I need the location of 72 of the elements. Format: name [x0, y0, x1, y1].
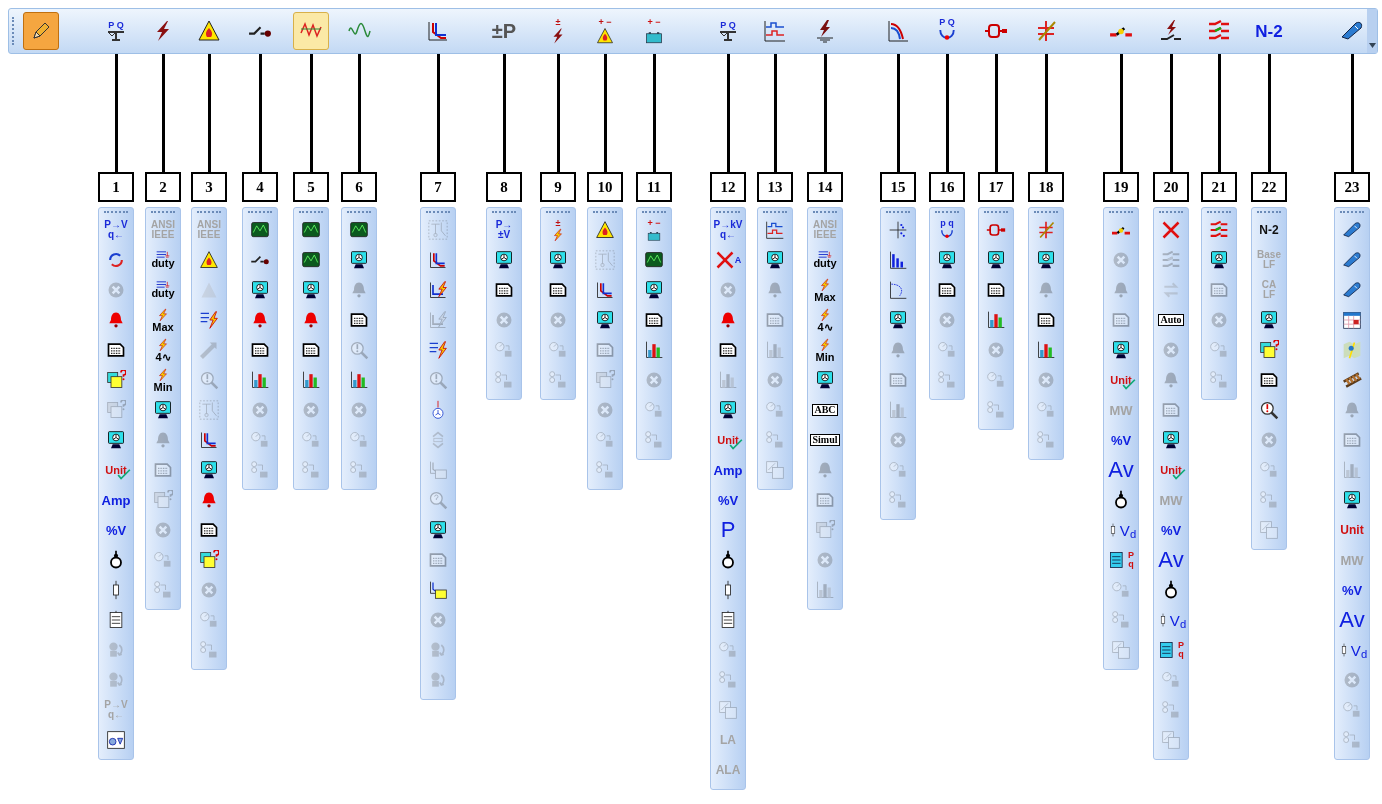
- tool-button[interactable]: Min: [809, 335, 841, 365]
- tool-button[interactable]: Amp: [712, 455, 744, 485]
- number-label: 21: [1201, 172, 1237, 202]
- tool-button[interactable]: ABC: [809, 395, 841, 425]
- number-label: 4: [242, 172, 278, 202]
- tool-button[interactable]: Max: [809, 275, 841, 305]
- tool-button[interactable]: Min: [147, 365, 179, 395]
- tool-button[interactable]: P→kV q←: [712, 215, 744, 245]
- number-label: 1: [98, 172, 134, 202]
- tool-button[interactable]: Unit: [712, 425, 744, 455]
- tool-button[interactable]: P→V q←: [100, 215, 132, 245]
- tool-button[interactable]: Amp: [100, 485, 132, 515]
- number-label: 8: [486, 172, 522, 202]
- tool-button[interactable]: Unit: [1155, 455, 1187, 485]
- number-label: 17: [978, 172, 1014, 202]
- tool-button[interactable]: P→ ±V: [488, 215, 520, 245]
- number-label: 23: [1334, 172, 1370, 202]
- tool-button[interactable]: V$_{d}$: [1155, 605, 1187, 635]
- tool-button[interactable]: P q: [1105, 545, 1137, 575]
- tool-button[interactable]: Unit: [100, 455, 132, 485]
- tool-button[interactable]: P Q: [929, 12, 965, 50]
- number-label: 15: [880, 172, 916, 202]
- tool-button[interactable]: Av: [1105, 455, 1137, 485]
- tool-button[interactable]: %V: [100, 515, 132, 545]
- tool-button[interactable]: + −: [638, 215, 670, 245]
- tool-button[interactable]: V$_{d}$: [1336, 635, 1368, 665]
- number-label: 13: [757, 172, 793, 202]
- number-label: 5: [293, 172, 329, 202]
- number-label: 18: [1028, 172, 1064, 202]
- tool-button[interactable]: P: [712, 515, 744, 545]
- number-label: 11: [636, 172, 672, 202]
- number-label: 22: [1251, 172, 1287, 202]
- number-label: 7: [420, 172, 456, 202]
- number-label: 20: [1153, 172, 1189, 202]
- tool-button[interactable]: ±P: [486, 12, 522, 50]
- number-label: 14: [807, 172, 843, 202]
- tool-button[interactable]: %V: [1336, 575, 1368, 605]
- number-label: 9: [540, 172, 576, 202]
- tool-button[interactable]: %V: [1155, 515, 1187, 545]
- tool-button[interactable]: Av: [1155, 545, 1187, 575]
- tool-button[interactable]: V$_{d}$: [1105, 515, 1137, 545]
- tool-button[interactable]: + −: [636, 12, 672, 50]
- tool-button[interactable]: p q: [931, 215, 963, 245]
- tool-button[interactable]: Av: [1336, 605, 1368, 635]
- tool-button[interactable]: P Q: [98, 12, 134, 50]
- tool-button[interactable]: P Q: [710, 12, 746, 50]
- number-label: 10: [587, 172, 623, 202]
- number-label: 6: [341, 172, 377, 202]
- tool-button[interactable]: N-2: [1251, 12, 1287, 50]
- tool-button[interactable]: 4∿: [147, 335, 179, 365]
- tool-button[interactable]: 4∿: [809, 305, 841, 335]
- tool-button[interactable]: Unit: [1105, 365, 1137, 395]
- tool-button[interactable]: Unit: [1336, 515, 1368, 545]
- tool-button[interactable]: P q: [1155, 635, 1187, 665]
- tool-button[interactable]: A: [712, 245, 744, 275]
- tool-button[interactable]: + −: [587, 12, 623, 50]
- tool-button[interactable]: ±: [542, 215, 574, 245]
- tool-button[interactable]: Auto: [1155, 305, 1187, 335]
- tool-button[interactable]: %V: [712, 485, 744, 515]
- tool-button[interactable]: duty: [147, 245, 179, 275]
- number-label: 16: [929, 172, 965, 202]
- tool-button[interactable]: ±: [540, 12, 576, 50]
- number-label: 3: [191, 172, 227, 202]
- tool-button[interactable]: duty: [147, 275, 179, 305]
- number-label: 19: [1103, 172, 1139, 202]
- number-label: 12: [710, 172, 746, 202]
- tool-button[interactable]: N-2: [1253, 215, 1285, 245]
- tool-button[interactable]: duty: [809, 245, 841, 275]
- tool-button[interactable]: Simul: [809, 425, 841, 455]
- tool-button[interactable]: Max: [147, 305, 179, 335]
- number-label: 2: [145, 172, 181, 202]
- tool-button[interactable]: %V: [1105, 425, 1137, 455]
